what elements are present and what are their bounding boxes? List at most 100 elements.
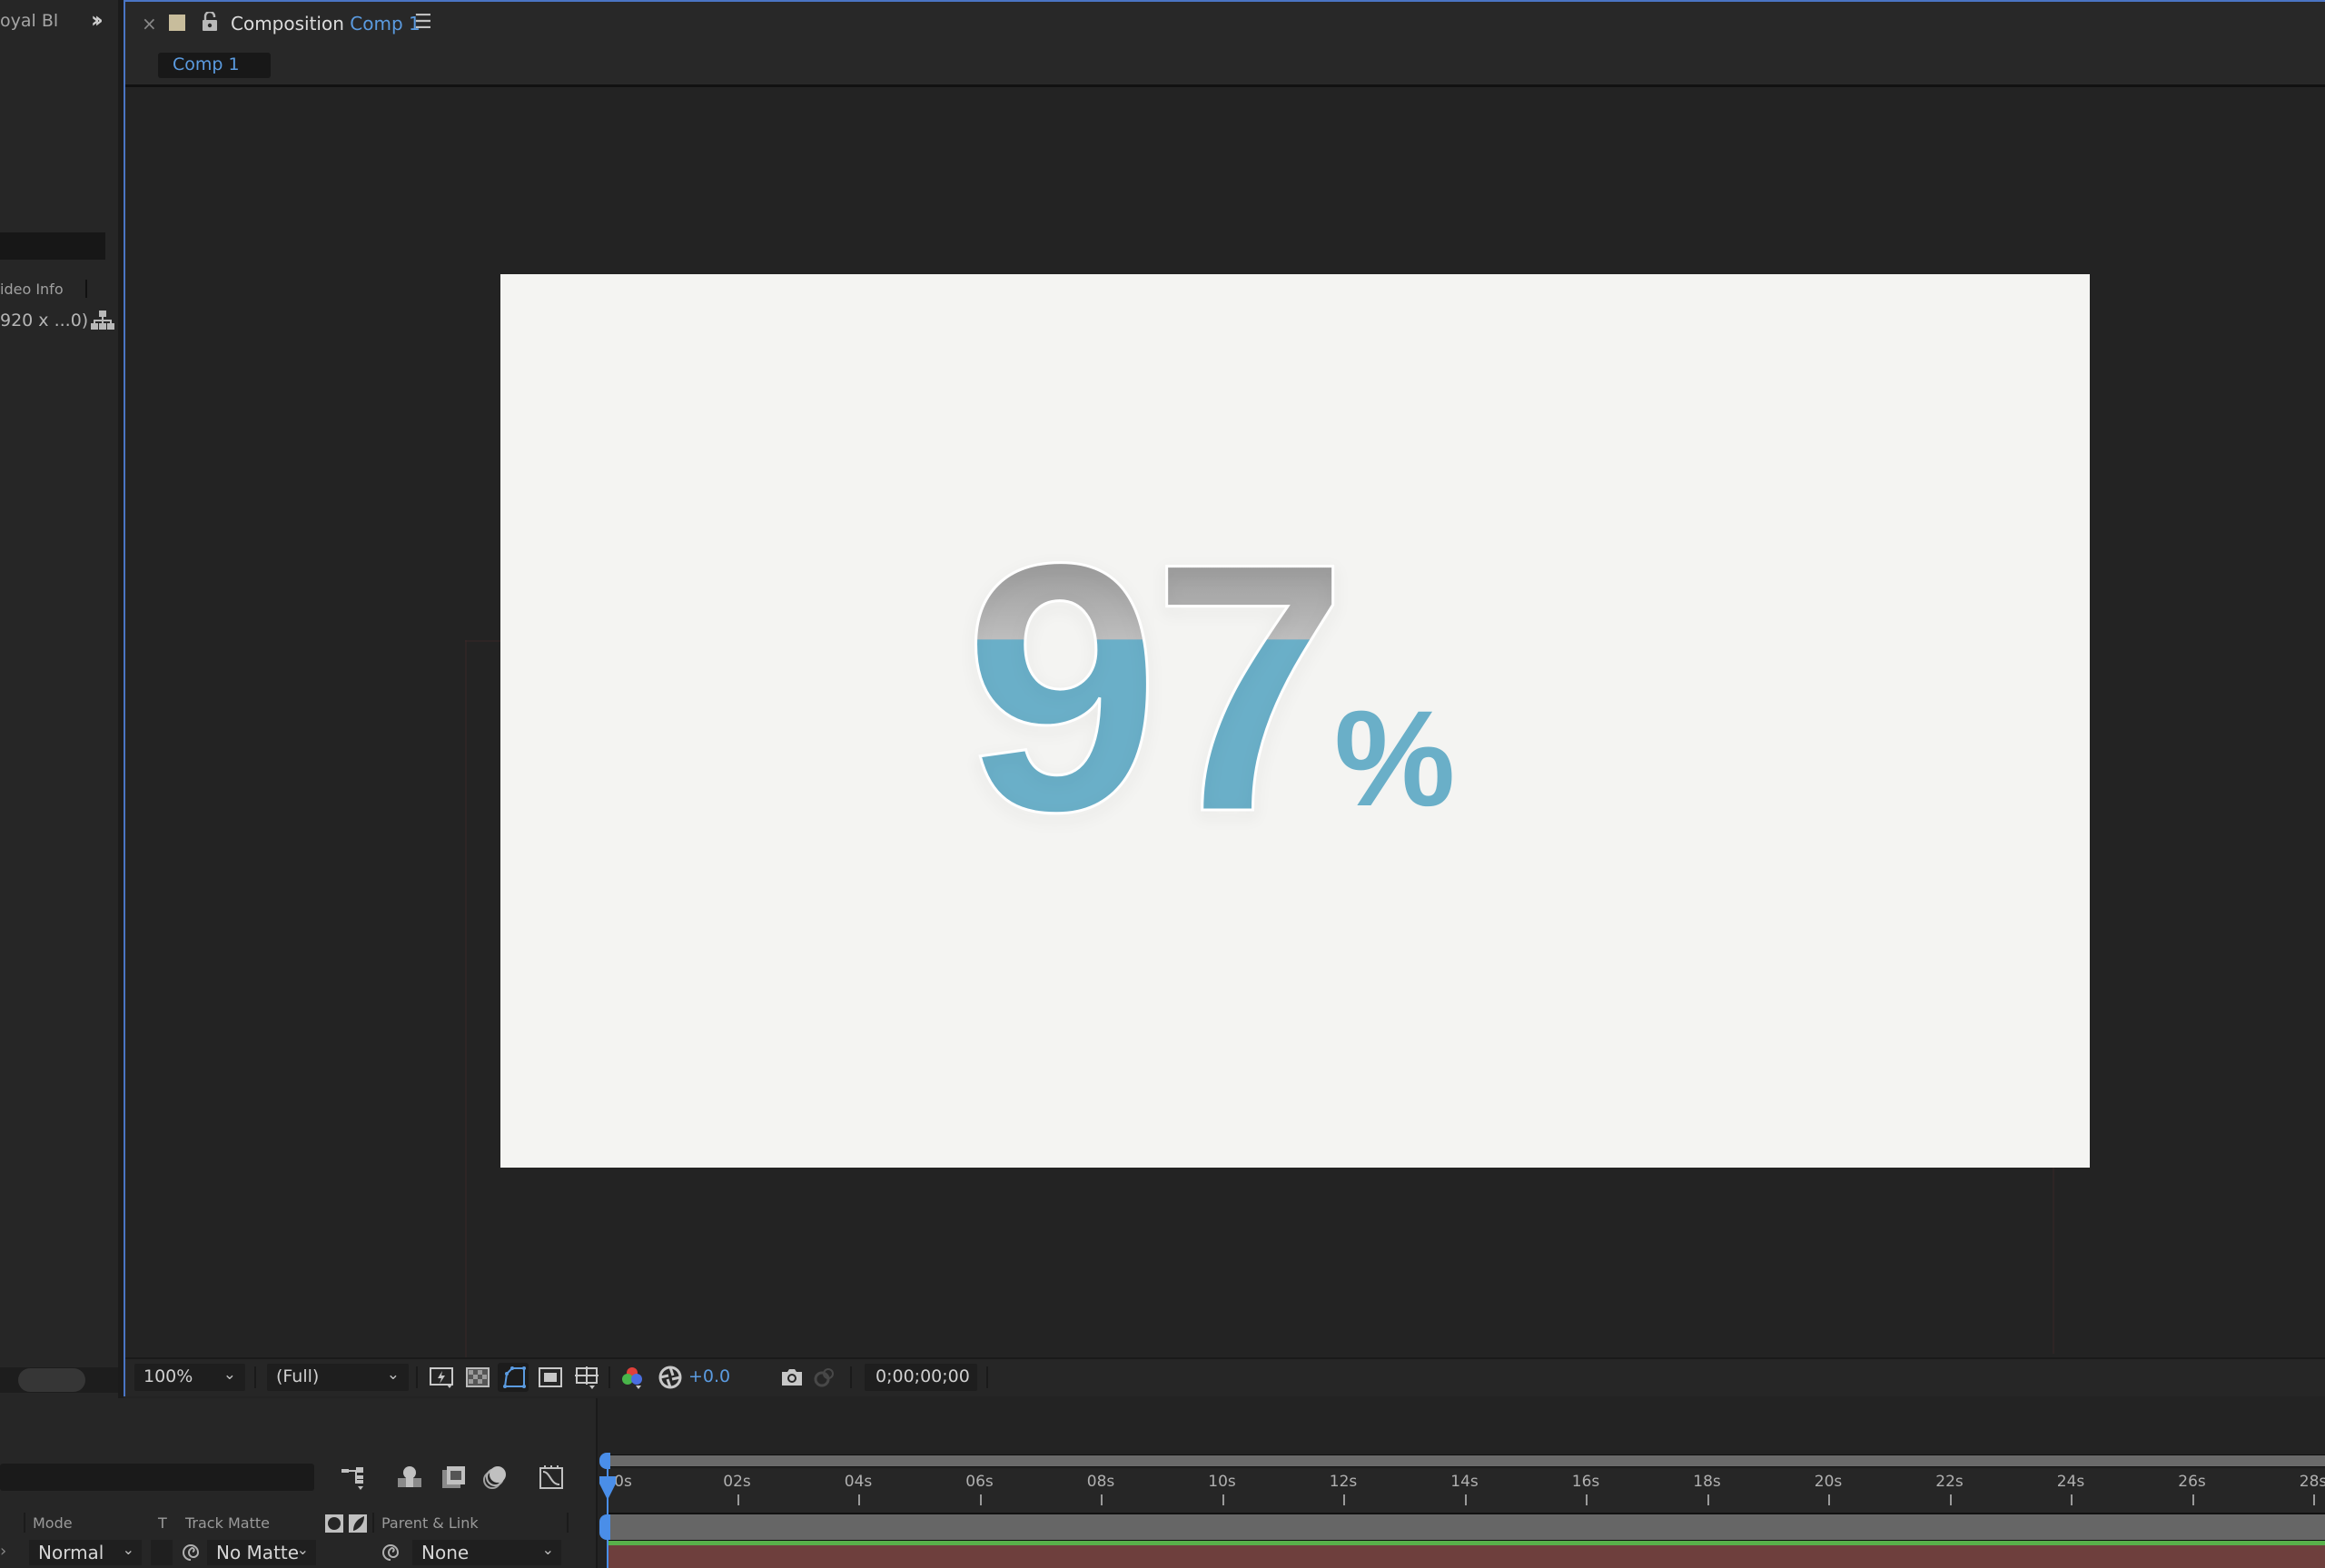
show-snapshot-icon[interactable] [812, 1365, 837, 1390]
blend-mode-dropdown[interactable]: Normal ⌄ [29, 1540, 142, 1565]
work-area-bar[interactable] [608, 1455, 2325, 1467]
ruler-tick [1222, 1494, 1224, 1505]
parent-link-column-header[interactable]: Parent & Link [381, 1514, 479, 1532]
guide-line [2053, 1168, 2054, 1354]
horizontal-scrollbar[interactable] [18, 1368, 85, 1392]
luma-matte-icon [349, 1514, 367, 1533]
toolbar-separator [986, 1366, 988, 1388]
video-info-column-header[interactable]: ideo Info [0, 281, 64, 298]
ruler-tick-label: 10s [1208, 1473, 1236, 1491]
composition-panel: × Composition Comp 1 ☰ Comp 1 97 % 100% … [124, 0, 2325, 1396]
guide-line [465, 640, 501, 642]
frame-blending-icon[interactable] [440, 1464, 467, 1491]
parent-pickwhip-icon[interactable] [380, 1542, 401, 1563]
graph-editor-icon[interactable] [538, 1464, 565, 1491]
chevron-down-icon: ⌄ [122, 1541, 134, 1558]
region-of-interest-icon[interactable] [538, 1365, 563, 1390]
ruler-tick [2071, 1494, 2073, 1505]
unlock-icon[interactable] [202, 12, 218, 32]
comp-flowchart-icon[interactable] [340, 1464, 367, 1491]
tab-prefix: Composition [231, 13, 344, 35]
motion-blur-icon[interactable] [481, 1464, 509, 1491]
ruler-tick-label: 12s [1329, 1473, 1358, 1491]
ruler-tick-label: 16s [1571, 1473, 1600, 1491]
layer-in-point-handle[interactable] [599, 1514, 610, 1540]
track-matte-dropdown[interactable]: No Matte ⌄ [207, 1540, 316, 1565]
magnification-value: 100% [143, 1366, 193, 1386]
time-ruler[interactable]: 0s 02s 04s 06s 08s 10s 12s 14s 16s 18s 20s 22s 24s 26… [608, 1469, 2325, 1514]
ruler-tick-label: 18s [1693, 1473, 1721, 1491]
ruler-tick-label: 20s [1814, 1473, 1843, 1491]
draft-3d-icon[interactable] [396, 1464, 423, 1491]
layer-track[interactable] [608, 1545, 2325, 1568]
column-separator[interactable] [567, 1513, 569, 1533]
matte-pickwhip-icon[interactable] [180, 1542, 202, 1563]
ruler-tick-label: 26s [2178, 1473, 2206, 1491]
ruler-tick [1464, 1494, 1467, 1505]
percent-sign: % [1334, 682, 1455, 834]
magnification-dropdown[interactable]: 100% ⌄ [134, 1364, 245, 1391]
column-separator[interactable] [24, 1513, 25, 1533]
resolution-dropdown[interactable]: (Full) ⌄ [267, 1364, 409, 1391]
grid-guides-icon[interactable] [574, 1365, 599, 1390]
composition-tab-bar: × Composition Comp 1 ☰ [125, 2, 2325, 47]
toolbar-separator [254, 1366, 256, 1388]
chevron-down-icon: ⌄ [296, 1541, 309, 1558]
ruler-tick-label: 22s [1935, 1473, 1964, 1491]
parent-dropdown[interactable]: None ⌄ [412, 1540, 561, 1565]
ruler-tick [979, 1494, 982, 1505]
viewer-toolbar: 100% ⌄ (Full) ⌄ +0.0 0;00;00;00 [125, 1357, 2325, 1396]
comp-resolution-text: 920 x ...0) [0, 311, 89, 330]
mask-path-visibility-icon[interactable] [501, 1365, 527, 1390]
ruler-tick [2191, 1494, 2194, 1505]
track-matte-column-header[interactable]: Track Matte [185, 1514, 270, 1532]
channel-icon[interactable] [619, 1365, 645, 1390]
current-time-indicator[interactable] [598, 1476, 618, 1500]
project-panel: oyal Bl ›› ideo Info 920 x ...0) [0, 0, 122, 1398]
flowchart-icon[interactable] [91, 311, 114, 330]
ruler-tick [1707, 1494, 1709, 1505]
double-chevron-right-icon[interactable]: ›› [91, 7, 104, 33]
mode-column-header[interactable]: Mode [33, 1514, 73, 1532]
project-search-field[interactable] [0, 232, 105, 260]
comp-name: Comp 1 [350, 13, 420, 35]
ruler-tick [858, 1494, 860, 1505]
timeline-graph: 0s 02s 04s 06s 08s 10s 12s 14s 16s 18s 20s 22s 24s 26… [596, 1398, 2325, 1568]
chevron-down-icon: ⌄ [223, 1366, 236, 1384]
panel-title: oyal Bl [0, 11, 59, 31]
ruler-tick [1343, 1494, 1345, 1505]
toolbar-separator [850, 1366, 852, 1388]
label-color-swatch[interactable] [169, 15, 185, 31]
ruler-tick [1586, 1494, 1588, 1505]
percent-graphic: 97 97 % [963, 488, 1456, 887]
layer-duration-bar[interactable] [608, 1514, 2325, 1540]
exposure-value[interactable]: +0.0 [688, 1366, 730, 1386]
ruler-tick [1828, 1494, 1830, 1505]
ruler-tick-label: 28s [2299, 1473, 2325, 1491]
switch-icon[interactable]: › [0, 1542, 6, 1561]
current-time-display[interactable]: 0;00;00;00 [865, 1364, 977, 1391]
chevron-down-icon: ⌄ [541, 1541, 554, 1558]
ruler-tick [2313, 1494, 2315, 1505]
t-column-header[interactable]: T [158, 1514, 167, 1532]
ruler-tick [1101, 1494, 1103, 1505]
reset-exposure-icon[interactable] [658, 1365, 683, 1390]
timeline-search-input[interactable] [0, 1464, 314, 1491]
panel-menu-icon[interactable]: ☰ [414, 11, 432, 34]
number-text: 97 [964, 489, 1340, 885]
work-area-start-handle[interactable] [599, 1453, 610, 1469]
column-separator[interactable] [372, 1513, 374, 1533]
composition-canvas[interactable]: 97 97 % [500, 274, 2090, 1168]
chevron-down-icon: ⌄ [386, 1366, 400, 1384]
preserve-transparency-toggle[interactable] [151, 1540, 173, 1565]
snapshot-icon[interactable] [779, 1365, 805, 1390]
composition-tab[interactable]: Composition Comp 1 [231, 13, 420, 35]
composition-viewer[interactable]: 97 97 % [125, 90, 2325, 1357]
parent-value: None [421, 1542, 470, 1563]
fast-previews-icon[interactable] [429, 1365, 454, 1390]
close-icon[interactable]: × [142, 13, 157, 35]
transparency-grid-icon[interactable] [465, 1365, 490, 1390]
ruler-tick [737, 1494, 739, 1505]
breadcrumb-comp-chip[interactable]: Comp 1 [158, 53, 271, 78]
timeline-panel: Mode T Track Matte Parent & Link › Norma… [0, 1398, 2325, 1568]
